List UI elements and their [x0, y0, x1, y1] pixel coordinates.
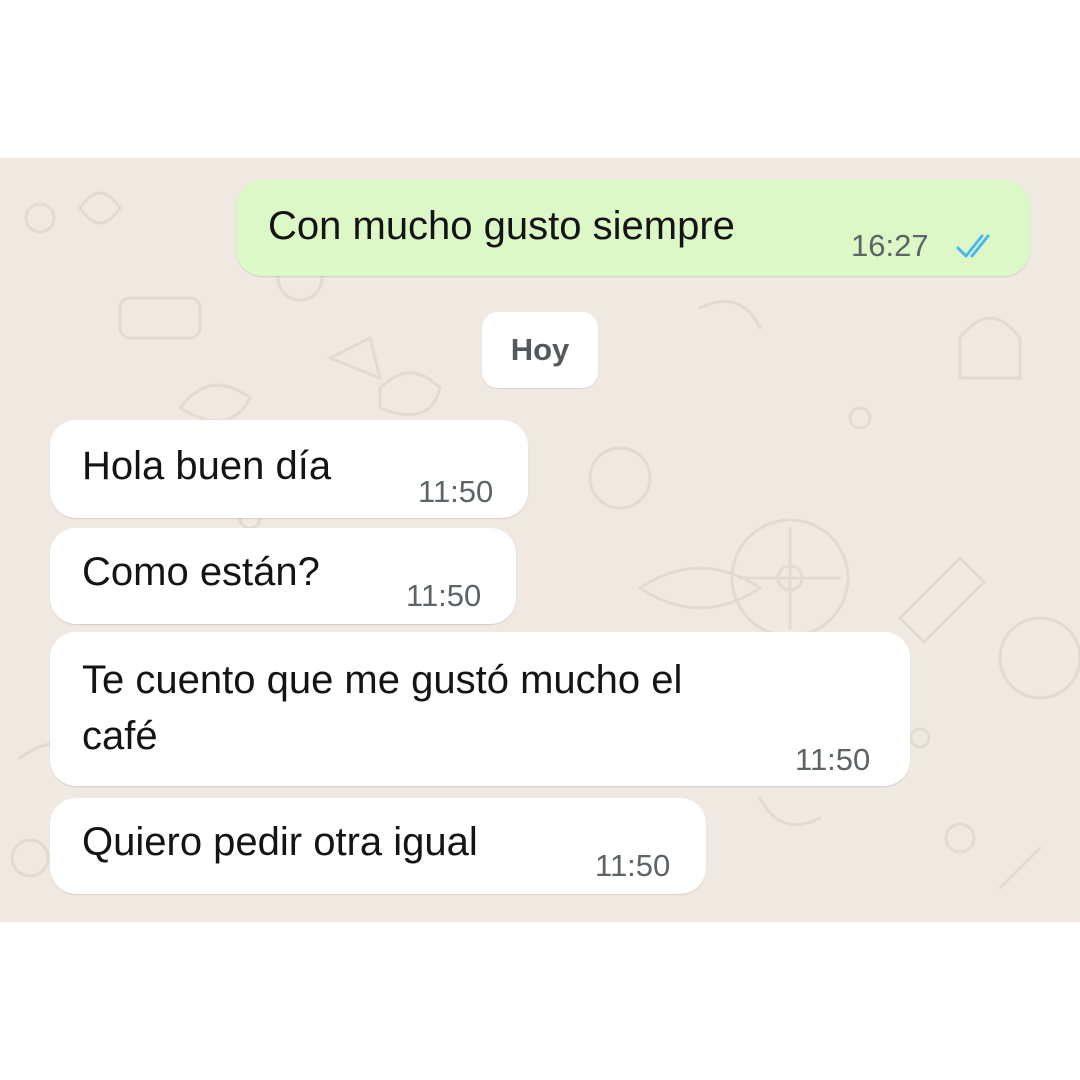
date-divider-label: Hoy [510, 332, 570, 367]
outgoing-message-bubble[interactable]: Con mucho gusto siempre 16:27 [236, 180, 1030, 276]
message-text-line-2: café [82, 714, 158, 758]
message-time: 16:27 [851, 228, 929, 263]
message-text: Hola buen día [82, 444, 332, 488]
incoming-message-bubble[interactable]: Te cuento que me gustó mucho el café 11:… [50, 632, 910, 786]
chat-area[interactable]: Con mucho gusto siempre 16:27 Hoy Hola b… [0, 158, 1080, 922]
message-text: Como están? [82, 550, 320, 594]
message-text-line-1: Te cuento que me gustó mucho el [82, 658, 683, 702]
message-text: Con mucho gusto siempre [268, 204, 735, 248]
date-divider-chip: Hoy [482, 312, 598, 388]
message-time: 11:50 [418, 474, 494, 509]
double-check-read-icon [956, 234, 990, 258]
incoming-message-bubble[interactable]: Hola buen día 11:50 [50, 420, 528, 518]
incoming-message-bubble[interactable]: Quiero pedir otra igual 11:50 [50, 798, 706, 894]
message-time: 11:50 [795, 742, 871, 777]
message-time: 11:50 [406, 578, 482, 613]
incoming-message-bubble[interactable]: Como están? 11:50 [50, 528, 516, 624]
message-text: Quiero pedir otra igual [82, 820, 478, 864]
message-time: 11:50 [595, 848, 671, 883]
